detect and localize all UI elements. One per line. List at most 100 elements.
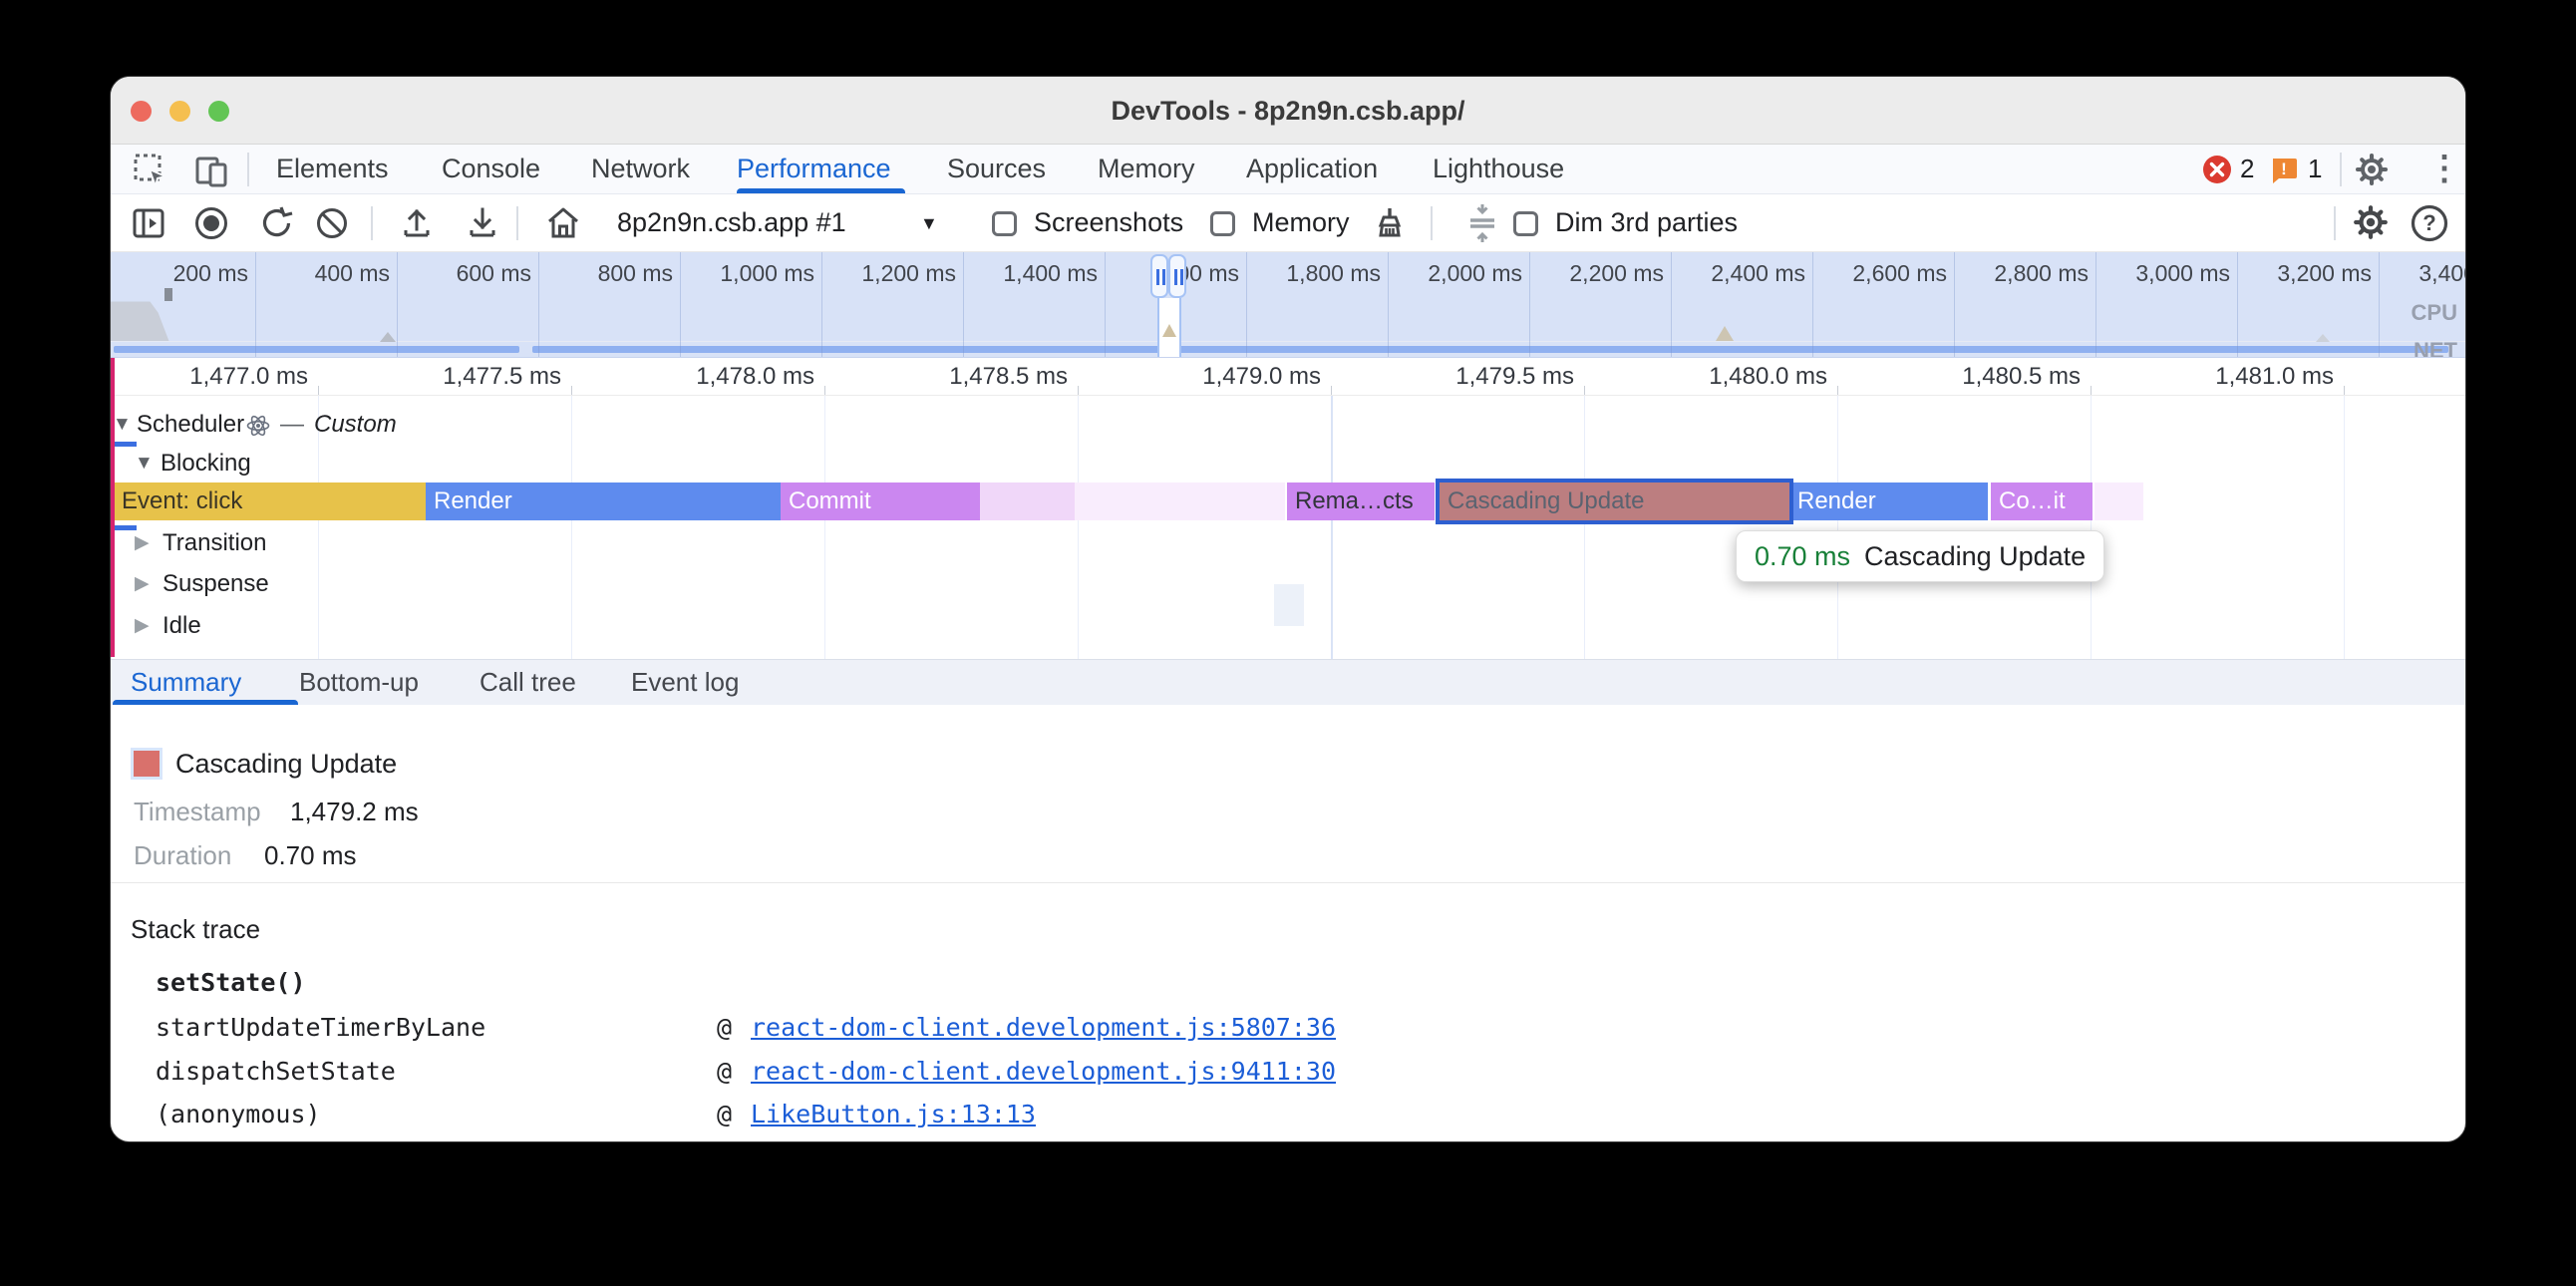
tooltip-label: Cascading Update [1864, 541, 2086, 571]
tab-performance[interactable]: Performance [737, 145, 891, 194]
flame-segment-render[interactable]: Render [1789, 482, 1988, 520]
error-count[interactable]: 2 [2240, 154, 2254, 184]
cpu-activity-blob [111, 298, 178, 341]
upload-profile-icon[interactable] [400, 205, 434, 241]
transition-lane-label: Transition [162, 528, 266, 558]
flame-segment-blank[interactable] [1075, 482, 1285, 520]
stack-source-link[interactable]: LikeButton.js:13:13 [751, 1100, 1036, 1128]
ruler-tick-mark [571, 386, 572, 395]
timeline-overview[interactable]: CPU NET 200 ms400 ms600 ms800 ms1,000 ms… [111, 252, 2465, 358]
reload-record-icon[interactable] [259, 205, 295, 241]
collect-garbage-icon[interactable] [1371, 204, 1409, 242]
tab-console[interactable]: Console [442, 145, 540, 194]
issues-icon[interactable]: ! [2270, 156, 2298, 183]
overview-tick-label: 3,200 ms [2277, 260, 2372, 287]
flame-segment-rema-cts[interactable]: Rema…cts [1287, 482, 1435, 520]
timestamp-value: 1,479.2 ms [290, 797, 419, 827]
flame-segment-blank[interactable] [980, 482, 1075, 520]
screenshots-label[interactable]: Screenshots [1034, 194, 1183, 252]
flame-segment-commit[interactable]: Commit [781, 482, 980, 520]
collapse-triangle-icon[interactable]: ▼ [113, 410, 132, 440]
expand-triangle-icon[interactable]: ▶ [135, 569, 150, 599]
divider [247, 153, 249, 186]
track-gridline [1078, 396, 1079, 659]
selection-right-handle[interactable] [1168, 254, 1186, 298]
ruler-tick-label: 1,479.5 ms [1455, 363, 1574, 391]
suspense-lane-label: Suspense [162, 569, 269, 599]
stack-source-link[interactable]: react-dom-client.development.js:9411:30 [751, 1057, 1336, 1086]
stack-trace-row: dispatchSetState@react-dom-client.develo… [111, 1057, 2465, 1087]
flame-segment-blank[interactable] [2094, 482, 2143, 520]
ruler-tick-label: 1,481.0 ms [2215, 363, 2334, 391]
selection-window[interactable] [1157, 298, 1181, 358]
overview-gridline [2379, 252, 2380, 358]
tab-lighthouse[interactable]: Lighthouse [1433, 145, 1564, 194]
overview-tick-label: 2,600 ms [1852, 260, 1947, 287]
cpu-baseline [111, 341, 2465, 342]
flame-segment-render[interactable]: Render [426, 482, 781, 520]
svg-text:?: ? [2422, 210, 2435, 235]
device-toolbar-icon[interactable] [194, 153, 230, 188]
settings-gear-icon[interactable] [2354, 152, 2390, 187]
overview-tick-label: 3,400 ms [2418, 260, 2465, 287]
tab-application[interactable]: Application [1246, 145, 1378, 194]
detail-ruler[interactable]: 1,477.0 ms1,477.5 ms1,478.0 ms1,478.5 ms… [111, 358, 2465, 396]
inspect-element-icon[interactable] [133, 153, 168, 188]
tab-memory[interactable]: Memory [1098, 145, 1195, 194]
svg-text:!: ! [2281, 160, 2287, 178]
screenshots-checkbox[interactable] [992, 211, 1017, 236]
memory-checkbox[interactable] [1210, 211, 1235, 236]
ruler-tick-label: 1,478.5 ms [949, 363, 1068, 391]
expand-triangle-icon[interactable]: ▶ [135, 611, 150, 641]
overview-gridline [1246, 252, 1247, 358]
tab-elements[interactable]: Elements [276, 145, 389, 194]
profile-selector-caret-icon[interactable]: ▼ [920, 213, 938, 234]
flame-chart-area[interactable]: ▼ Scheduler — Custom ▼ Blocking Event: c… [111, 396, 2465, 659]
titlebar: DevTools - 8p2n9n.csb.app/ [111, 77, 2465, 145]
cpu-bump [1716, 326, 1734, 341]
details-tab-event-log[interactable]: Event log [631, 660, 739, 706]
details-tab-summary[interactable]: Summary [131, 660, 241, 706]
expand-triangle-icon[interactable]: ▶ [135, 528, 150, 558]
flame-segment-cascading-update[interactable]: Cascading Update [1440, 482, 1789, 520]
panel-settings-gear-icon[interactable] [2352, 203, 2390, 241]
divider [111, 882, 2465, 883]
scheduler-track-label[interactable]: Scheduler [137, 410, 244, 440]
track-gridline [824, 396, 825, 659]
stack-source-link[interactable]: react-dom-client.development.js:5807:36 [751, 1013, 1336, 1042]
stack-trace-title: Stack trace [131, 914, 260, 945]
details-tab-call-tree[interactable]: Call tree [480, 660, 576, 706]
profile-selector[interactable]: 8p2n9n.csb.app #1 [617, 194, 846, 252]
download-profile-icon[interactable] [466, 205, 499, 241]
stack-trace-row: (anonymous)@LikeButton.js:13:13 [111, 1100, 2465, 1129]
console-errors-icon[interactable] [2202, 155, 2232, 184]
dim-3rd-parties-label[interactable]: Dim 3rd parties [1555, 194, 1738, 252]
toggle-sidebar-icon[interactable] [131, 205, 166, 241]
timestamp-label: Timestamp [134, 797, 261, 827]
net-activity-bar [114, 346, 519, 353]
collapse-sections-icon[interactable] [1464, 202, 1500, 244]
performance-toolbar: 8p2n9n.csb.app #1 ▼ Screenshots Memory D… [111, 194, 2465, 252]
tab-sources[interactable]: Sources [947, 145, 1046, 194]
track-gridline [571, 396, 572, 659]
dim-3rd-parties-checkbox[interactable] [1513, 211, 1538, 236]
divider [2334, 206, 2336, 240]
tab-network[interactable]: Network [591, 145, 690, 194]
home-icon[interactable] [545, 204, 581, 242]
overview-tick-label: 1,800 ms [1286, 260, 1381, 287]
overview-tick-label: 2,800 ms [1994, 260, 2089, 287]
details-tab-bar: Summary Bottom-up Call tree Event log [111, 659, 2465, 705]
clear-icon[interactable] [314, 205, 350, 241]
issue-count[interactable]: 1 [2308, 154, 2322, 184]
help-icon[interactable]: ? [2410, 203, 2449, 243]
overview-gridline [1105, 252, 1106, 358]
memory-label[interactable]: Memory [1252, 194, 1350, 252]
collapse-triangle-icon[interactable]: ▼ [135, 449, 154, 479]
divider [516, 206, 518, 240]
flame-segment-co-it[interactable]: Co…it [1991, 482, 2093, 520]
more-options-icon[interactable]: ⋮ [2427, 149, 2461, 188]
selection-left-handle[interactable] [1150, 254, 1168, 298]
details-tab-bottom-up[interactable]: Bottom-up [299, 660, 419, 706]
flame-segment-event-click[interactable]: Event: click [114, 482, 426, 520]
record-icon[interactable] [193, 205, 229, 241]
